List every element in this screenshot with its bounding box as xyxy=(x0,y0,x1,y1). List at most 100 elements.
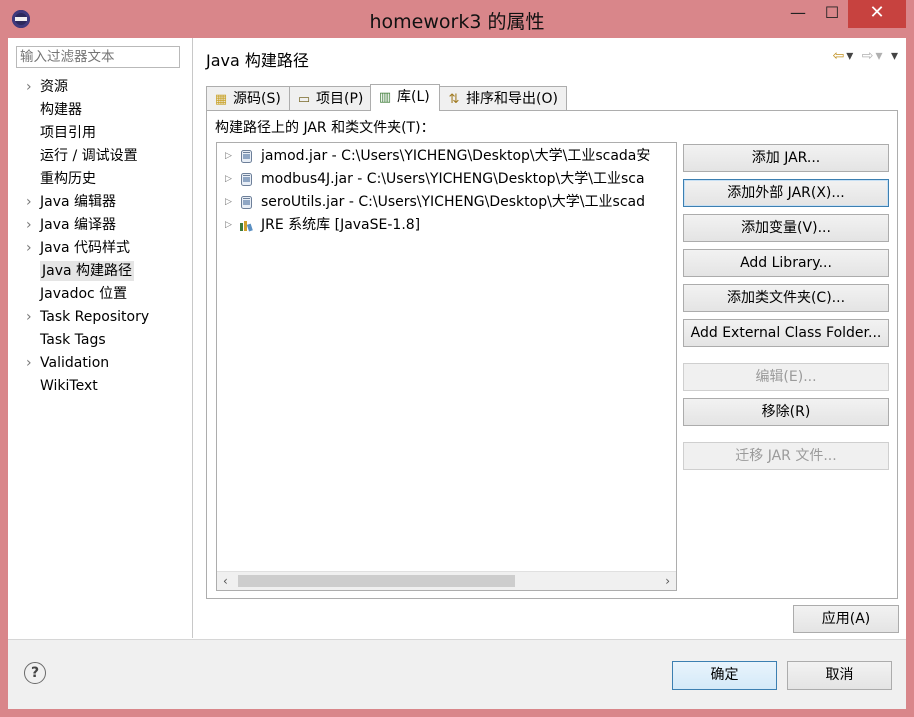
dialog-window: homework3 的属性 — ☐ ✕ › 资源构建器项目引用运行 / 调试设置重… xyxy=(0,0,914,717)
nav-item[interactable]: Task Tags xyxy=(8,329,192,352)
page-area: Java 构建路径 ⇦▾ ⇨▾ ▾ ▦ 源码(S) ▭ 项目(P) ▥ 库(L) ⇅ 排… xyxy=(193,38,906,638)
scroll-right-icon[interactable]: › xyxy=(665,572,670,590)
back-dropdown-icon[interactable]: ▾ xyxy=(846,48,855,64)
expand-arrow-icon[interactable]: ▷ xyxy=(225,145,232,168)
jar-icon xyxy=(239,172,254,187)
expand-arrow-icon[interactable]: › xyxy=(26,191,32,214)
forward-dropdown-icon[interactable]: ▾ xyxy=(875,48,884,64)
tab-projects[interactable]: ▭ 项目(P) xyxy=(289,86,371,110)
classpath-tree[interactable]: ▷ jamod.jar - C:\Users\YICHENG\Desktop\大学… xyxy=(216,142,677,591)
title-bar[interactable]: homework3 的属性 — ☐ ✕ xyxy=(0,0,914,38)
close-button[interactable]: ✕ xyxy=(848,0,906,28)
add-jar-button[interactable]: 添加 JAR... xyxy=(683,144,889,172)
tab-libraries[interactable]: ▥ 库(L) xyxy=(370,84,440,111)
add-library-button[interactable]: Add Library... xyxy=(683,249,889,277)
nav-item-label: Javadoc 位置 xyxy=(40,286,128,302)
nav-item-label: 重构历史 xyxy=(40,171,96,187)
edit-button[interactable]: 编辑(E)... xyxy=(683,363,889,391)
nav-item-label: Task Repository xyxy=(40,309,150,325)
expand-arrow-icon[interactable]: ▷ xyxy=(225,168,232,191)
maximize-button[interactable]: ☐ xyxy=(812,0,852,28)
classpath-entry[interactable]: ▷ seroUtils.jar - C:\Users\YICHENG\Deskto… xyxy=(217,191,676,214)
horizontal-scrollbar[interactable]: ‹ › xyxy=(217,571,676,590)
expand-arrow-icon[interactable]: › xyxy=(26,237,32,260)
nav-item[interactable]: 运行 / 调试设置 xyxy=(8,145,192,168)
jar-icon xyxy=(239,195,254,210)
source-folder-icon: ▦ xyxy=(214,92,228,107)
tab-source[interactable]: ▦ 源码(S) xyxy=(206,86,290,110)
nav-item-label: Task Tags xyxy=(40,332,106,348)
classpath-entry-label: modbus4J.jar - C:\Users\YICHENG\Desktop\… xyxy=(261,171,645,187)
window-title: homework3 的属性 xyxy=(369,11,545,33)
remove-button[interactable]: 移除(R) xyxy=(683,398,889,426)
nav-item[interactable]: Java 构建路径 xyxy=(8,260,192,283)
forward-arrow-icon[interactable]: ⇨ xyxy=(862,48,876,64)
classpath-entry[interactable]: ▷ modbus4J.jar - C:\Users\YICHENG\Desktop… xyxy=(217,168,676,191)
add-class-folder-button[interactable]: 添加类文件夹(C)... xyxy=(683,284,889,312)
expand-arrow-icon[interactable]: › xyxy=(26,306,32,329)
add-external-jar-button[interactable]: 添加外部 JAR(X)... xyxy=(683,179,889,207)
nav-item-label: 构建器 xyxy=(40,102,82,118)
nav-item[interactable]: › Java 编译器 xyxy=(8,214,192,237)
classpath-entry[interactable]: ▷ jamod.jar - C:\Users\YICHENG\Desktop\大学… xyxy=(217,145,676,168)
expand-arrow-icon[interactable]: ▷ xyxy=(225,214,232,237)
tab-label: 项目(P) xyxy=(316,91,364,107)
cancel-button[interactable]: 取消 xyxy=(787,661,892,690)
expand-arrow-icon[interactable]: ▷ xyxy=(225,191,232,214)
nav-item-label: 资源 xyxy=(40,79,68,95)
order-export-icon: ⇅ xyxy=(448,92,460,107)
classpath-entry-label: jamod.jar - C:\Users\YICHENG\Desktop\大学\… xyxy=(261,148,651,164)
page-title: Java 构建路径 xyxy=(206,51,309,70)
filter-input[interactable] xyxy=(16,46,180,68)
nav-item-label: 运行 / 调试设置 xyxy=(40,148,138,164)
scrollbar-thumb[interactable] xyxy=(238,575,515,587)
nav-item[interactable]: 项目引用 xyxy=(8,122,192,145)
help-icon[interactable]: ? xyxy=(24,662,46,684)
classpath-entry-label: seroUtils.jar - C:\Users\YICHENG\Desktop… xyxy=(261,194,645,210)
project-icon: ▭ xyxy=(297,92,311,107)
nav-item[interactable]: Javadoc 位置 xyxy=(8,283,192,306)
ok-button[interactable]: 确定 xyxy=(672,661,777,690)
nav-item[interactable]: › Task Repository xyxy=(8,306,192,329)
view-menu-icon[interactable]: ▾ xyxy=(891,48,900,64)
classpath-entry-label: JRE 系统库 [JavaSE-1.8] xyxy=(261,217,421,233)
nav-item[interactable]: › 资源 xyxy=(8,76,192,99)
tab-label: 排序和导出(O) xyxy=(466,91,558,107)
nav-item[interactable]: › Java 编辑器 xyxy=(8,191,192,214)
nav-item-label: Java 编辑器 xyxy=(40,194,117,210)
nav-item-label: Validation xyxy=(40,355,110,371)
history-nav: ⇦▾ ⇨▾ ▾ xyxy=(833,48,900,64)
nav-item[interactable]: › Java 代码样式 xyxy=(8,237,192,260)
classpath-entry[interactable]: ▷ JRE 系统库 [JavaSE-1.8] xyxy=(217,214,676,237)
jar-icon xyxy=(239,149,254,164)
scroll-left-icon[interactable]: ‹ xyxy=(223,572,228,590)
expand-arrow-icon[interactable]: › xyxy=(26,214,32,237)
preference-tree: › 资源构建器项目引用运行 / 调试设置 重构历史 › Java 编辑器 › Java 编译… xyxy=(8,76,192,398)
classpath-list-label: 构建路径上的 JAR 和类文件夹(T)： xyxy=(215,120,435,136)
nav-item-label: 项目引用 xyxy=(40,125,96,141)
preference-sidebar: › 资源构建器项目引用运行 / 调试设置重构历史 › Java 编辑器 › Java 编译… xyxy=(8,38,193,638)
tab-label: 库(L) xyxy=(397,89,430,105)
tab-label: 源码(S) xyxy=(233,91,281,107)
migrate-jar-button[interactable]: 迁移 JAR 文件... xyxy=(683,442,889,470)
expand-arrow-icon[interactable]: › xyxy=(26,76,32,99)
nav-item-label: Java 构建路径 xyxy=(40,261,135,281)
button-bar: ? 确定 取消 xyxy=(8,639,906,709)
back-arrow-icon[interactable]: ⇦ xyxy=(833,48,847,64)
tab-order-export[interactable]: ⇅ 排序和导出(O) xyxy=(439,86,567,110)
dialog-client: › 资源构建器项目引用运行 / 调试设置重构历史 › Java 编辑器 › Java 编译… xyxy=(8,38,906,709)
nav-item[interactable]: 构建器 xyxy=(8,99,192,122)
apply-button[interactable]: 应用(A) xyxy=(793,605,899,633)
nav-item[interactable]: WikiText xyxy=(8,375,192,398)
expand-arrow-icon[interactable]: › xyxy=(26,352,32,375)
nav-item-label: Java 代码样式 xyxy=(40,240,131,256)
nav-item[interactable]: 重构历史 xyxy=(8,168,192,191)
libraries-panel: 构建路径上的 JAR 和类文件夹(T)： ▷ jamod.jar - C:\Use… xyxy=(206,110,898,599)
library-icon: ▥ xyxy=(378,90,392,105)
nav-item-label: WikiText xyxy=(40,378,98,394)
add-external-class-folder-button[interactable]: Add External Class Folder... xyxy=(683,319,889,347)
nav-item-label: Java 编译器 xyxy=(40,217,117,233)
add-variable-button[interactable]: 添加变量(V)... xyxy=(683,214,889,242)
nav-item[interactable]: › Validation xyxy=(8,352,192,375)
jre-library-icon xyxy=(239,218,254,233)
